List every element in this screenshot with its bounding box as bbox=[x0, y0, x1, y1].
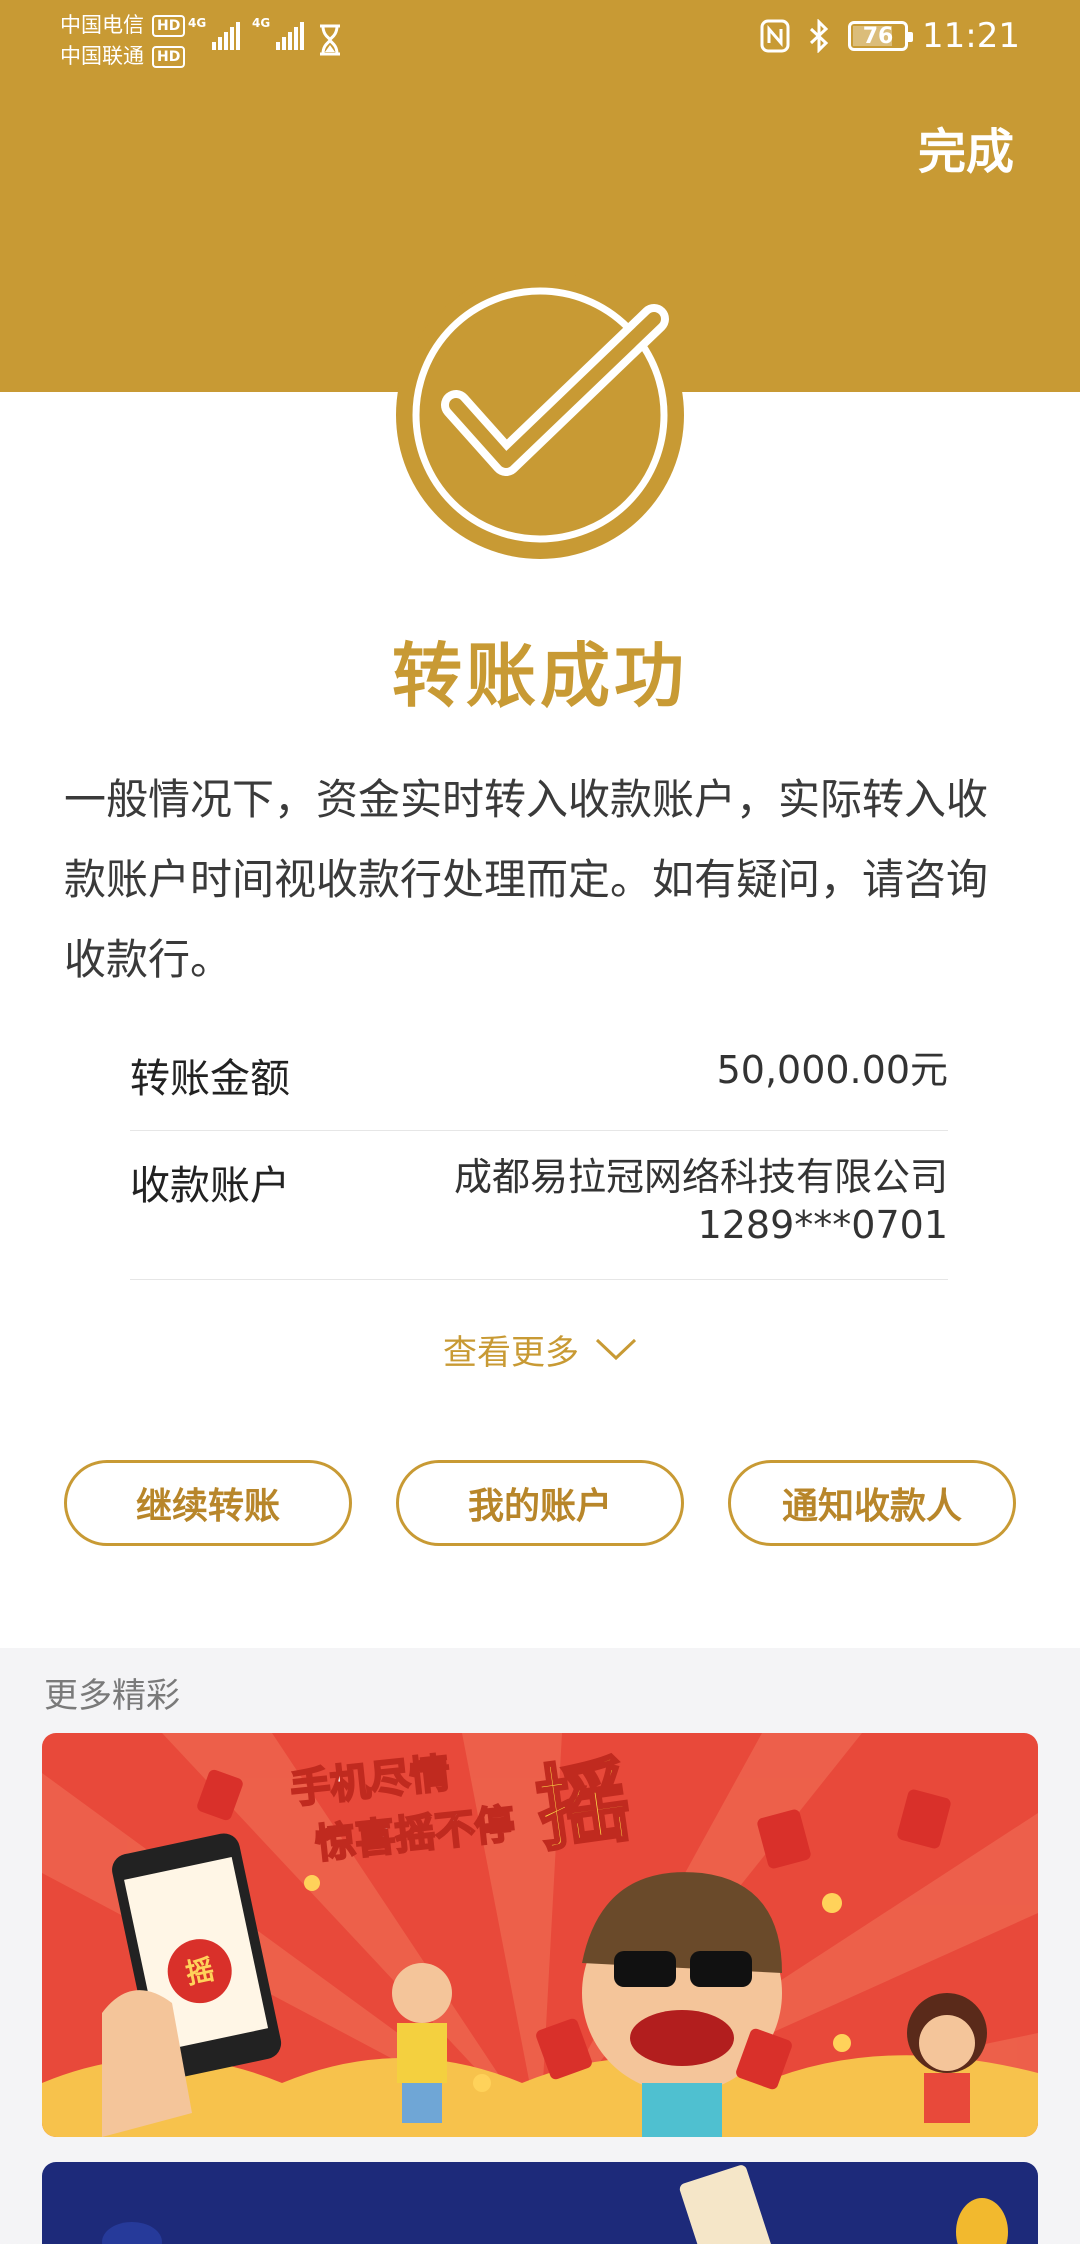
carrier-info: 中国电信 HD 中国联通 HD bbox=[60, 10, 186, 72]
promo-banner-2[interactable] bbox=[42, 2162, 1038, 2244]
carrier-2: 中国联通 bbox=[60, 44, 144, 68]
result-notice: 一般情况下，资金实时转入收款账户，实际转入收款账户时间视收款行处理而定。如有疑问… bbox=[64, 775, 989, 984]
status-bar: 中国电信 HD 中国联通 HD 4G 4G 76 11:21 bbox=[0, 0, 1080, 80]
shake-promo-illustration: 摇 手机尽情 惊喜摇不停 摇 bbox=[42, 1733, 1038, 2137]
hd-badge: HD bbox=[152, 14, 186, 37]
result-title: 转账成功 bbox=[392, 635, 688, 717]
signal-icons: 4G 4G bbox=[188, 16, 304, 50]
carrier-1: 中国电信 bbox=[60, 13, 144, 37]
signal-icon: 4G bbox=[188, 16, 240, 50]
battery-level: 76 bbox=[862, 23, 894, 49]
battery-icon: 76 bbox=[848, 21, 914, 51]
more-title: 更多精彩 bbox=[44, 1676, 180, 1716]
view-more-button[interactable]: 查看更多 bbox=[0, 1325, 1080, 1374]
amount-row: 转账金额 50,000.00元 bbox=[130, 1020, 948, 1131]
chevron-down-icon bbox=[595, 1338, 637, 1360]
clock: 11:21 bbox=[922, 16, 1020, 56]
hourglass-icon bbox=[320, 24, 340, 56]
view-more-label: 查看更多 bbox=[443, 1333, 579, 1373]
bluetooth-icon bbox=[809, 19, 829, 53]
action-buttons: 继续转账 我的账户 通知收款人 bbox=[64, 1460, 1016, 1546]
payee-label: 收款账户 bbox=[130, 1163, 290, 1209]
more-section: 更多精彩 摇 手机尽情 惊喜摇不停 摇 bbox=[0, 1648, 1080, 2244]
payee-name: 成都易拉冠网络科技有限公司 bbox=[453, 1155, 948, 1199]
payee-row: 收款账户 成都易拉冠网络科技有限公司 1289***0701 bbox=[130, 1131, 948, 1280]
amount-label: 转账金额 bbox=[130, 1056, 290, 1102]
hd-badge: HD bbox=[152, 45, 186, 68]
success-check-icon bbox=[396, 271, 684, 559]
nfc-icon bbox=[760, 19, 790, 53]
promo-illustration bbox=[42, 2162, 1038, 2244]
amount-value: 50,000.00元 bbox=[716, 1048, 948, 1092]
payee-account: 1289***0701 bbox=[697, 1203, 948, 1247]
transfer-details: 转账金额 50,000.00元 收款账户 成都易拉冠网络科技有限公司 1289*… bbox=[130, 1020, 948, 1280]
signal-icon: 4G bbox=[252, 16, 304, 50]
notify-payee-button[interactable]: 通知收款人 bbox=[728, 1460, 1016, 1546]
promo-banner-shake[interactable]: 摇 手机尽情 惊喜摇不停 摇 bbox=[42, 1733, 1038, 2137]
banner-big-char: 摇 bbox=[530, 1746, 636, 1865]
continue-transfer-button[interactable]: 继续转账 bbox=[64, 1460, 352, 1546]
done-button[interactable]: 完成 bbox=[918, 112, 1014, 182]
my-account-button[interactable]: 我的账户 bbox=[396, 1460, 684, 1546]
